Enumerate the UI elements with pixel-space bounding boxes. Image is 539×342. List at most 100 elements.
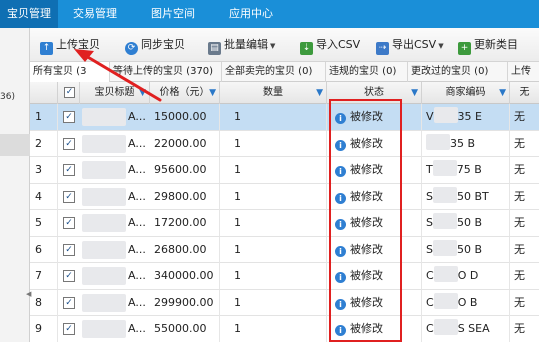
row-index: 5: [30, 210, 58, 236]
upload-icon: ↑: [40, 42, 53, 55]
row-title: A...: [128, 189, 146, 203]
row-checkbox[interactable]: ✓: [63, 323, 75, 335]
code-suffix: 75 B: [456, 163, 482, 176]
row-price: 26800.00: [150, 236, 220, 263]
code-suffix: 50 B: [456, 242, 483, 256]
column-header-merchant-code[interactable]: 商家编码 ▼: [422, 82, 510, 104]
export-csv-button[interactable]: ⇢ 导出CSV ▼: [376, 36, 444, 55]
table-header: ✓ 宝贝标题 ▼ 价格（元） ▼ 数量 ▼ 状态 ▼ 商家编码 ▼ 无: [30, 82, 539, 104]
filter-tab-violations[interactable]: 违规的宝贝 (0): [326, 62, 408, 82]
toolbar: ↑ 上传宝贝 ⟳ 同步宝贝 ▤ 批量编辑 ▼ ⇣ 导入CSV ⇢ 导出CSV ▼ + 更新类目: [30, 28, 539, 62]
sidebar-item-selected[interactable]: [0, 134, 30, 156]
row-checkbox[interactable]: ✓: [63, 137, 75, 150]
table-row[interactable]: 6 ✓ A... 26800.00 1 i 被修改 S 50 B 无: [30, 236, 539, 263]
filter-icon[interactable]: ▼: [139, 82, 146, 104]
blurred-title: [82, 240, 126, 259]
row-merchant-code: CO B: [422, 289, 510, 316]
blurred-code: [432, 213, 457, 229]
tab-trade-management[interactable]: 交易管理: [62, 0, 128, 28]
table-row[interactable]: 9 ✓ A... 55000.00 1 i 被修改 CS SEA 无: [30, 316, 539, 342]
tab-image-space[interactable]: 图片空间: [140, 0, 206, 28]
table-row[interactable]: 5 ✓ A... 17200.00 1 i 被修改 S 50 B 无: [30, 210, 539, 237]
filter-tabs: 所有宝贝 (3 等待上传的宝贝 (370) 全部卖完的宝贝 (0) 违规的宝贝 …: [30, 62, 539, 82]
row-title: A...: [128, 295, 146, 309]
upload-button[interactable]: ↑ 上传宝贝: [40, 36, 100, 55]
update-category-button[interactable]: + 更新类目: [458, 36, 518, 55]
sidebar: 36) ◀: [0, 28, 31, 342]
column-header-checkbox[interactable]: ✓: [58, 82, 80, 104]
table-row[interactable]: 2 ✓ A... 22000.00 1 i 被修改 35 B 无: [30, 130, 539, 157]
chevron-down-icon: ▼: [270, 42, 276, 50]
table-row[interactable]: 1 ✓ A... 15000.00 1 i 被修改 V 35 E 无: [30, 104, 539, 131]
blurred-code: [433, 107, 458, 123]
table-row[interactable]: 4 ✓ A... 29800.00 1 i 被修改 S 50 BT 无: [30, 183, 539, 210]
export-icon: ⇢: [376, 42, 389, 55]
row-price: 29800.00: [150, 183, 220, 210]
row-checkbox[interactable]: ✓: [63, 296, 75, 309]
blurred-code: [432, 186, 457, 203]
row-checkbox[interactable]: ✓: [63, 111, 75, 123]
code-suffix: 50 B: [456, 216, 483, 229]
code-suffix: 35 B: [450, 136, 476, 150]
row-quantity: 1: [220, 316, 327, 342]
edit-icon: ▤: [208, 42, 221, 55]
column-status-label: 状态: [364, 87, 384, 98]
column-header-title[interactable]: 宝贝标题 ▼: [80, 82, 150, 104]
row-quantity: 1: [220, 236, 327, 263]
row-price: 95600.00: [150, 157, 220, 183]
column-header-last[interactable]: 无: [510, 82, 539, 104]
tab-item-management[interactable]: 宝贝管理: [0, 0, 58, 28]
row-last: 无: [514, 242, 525, 256]
row-last: 无: [514, 189, 525, 203]
row-price: 15000.00: [150, 104, 220, 130]
filter-tab-sold-out[interactable]: 全部卖完的宝贝 (0): [222, 62, 326, 82]
row-checkbox[interactable]: ✓: [63, 190, 75, 203]
row-merchant-code: 35 B: [422, 130, 510, 157]
code-prefix: C: [426, 295, 434, 309]
row-last: 无: [514, 163, 525, 176]
row-quantity: 1: [220, 183, 327, 210]
filter-icon[interactable]: ▼: [209, 82, 216, 104]
row-checkbox[interactable]: ✓: [63, 270, 75, 282]
row-index: 3: [30, 157, 58, 183]
row-checkbox[interactable]: ✓: [63, 217, 75, 229]
blurred-code: [432, 160, 457, 176]
batch-edit-button[interactable]: ▤ 批量编辑 ▼: [208, 36, 276, 55]
filter-tab-uploaded[interactable]: 上传: [508, 62, 539, 82]
row-merchant-code: V 35 E: [422, 104, 510, 130]
filter-icon[interactable]: ▼: [411, 82, 418, 104]
table-row[interactable]: 8 ✓ A... 299900.00 1 i 被修改 CO B 无: [30, 289, 539, 316]
row-merchant-code: S 50 BT: [422, 183, 510, 210]
row-quantity: 1: [220, 104, 327, 130]
blurred-title: [82, 187, 126, 206]
column-header-price[interactable]: 价格（元） ▼: [150, 82, 220, 104]
row-merchant-code: S 50 B: [422, 210, 510, 236]
table-row[interactable]: 3 ✓ A... 95600.00 1 i 被修改 T 75 B 无: [30, 157, 539, 184]
row-merchant-code: S 50 B: [422, 236, 510, 263]
blurred-title: [82, 267, 126, 285]
filter-icon[interactable]: ▼: [499, 82, 506, 104]
table-row[interactable]: 7 ✓ A... 340000.00 1 i 被修改 CO D 无: [30, 263, 539, 290]
select-all-checkbox[interactable]: ✓: [64, 87, 75, 98]
chevron-down-icon: ▼: [438, 42, 444, 50]
code-suffix: S SEA: [457, 322, 490, 335]
blurred-title: [82, 214, 126, 232]
sync-button[interactable]: ⟳ 同步宝贝: [125, 36, 185, 55]
blurred-title: [82, 320, 126, 338]
row-quantity: 1: [220, 130, 327, 157]
row-merchant-code: C S SEA: [422, 316, 510, 342]
filter-icon[interactable]: ▼: [316, 82, 323, 104]
blurred-code: [433, 292, 458, 309]
row-checkbox[interactable]: ✓: [63, 243, 75, 256]
filter-tab-modified[interactable]: 更改过的宝贝 (0): [408, 62, 508, 82]
row-title: A...: [128, 163, 146, 176]
tab-app-center[interactable]: 应用中心: [218, 0, 284, 28]
row-checkbox[interactable]: ✓: [63, 164, 75, 176]
filter-tab-pending-upload[interactable]: 等待上传的宝贝 (370): [110, 62, 222, 82]
row-last: 无: [514, 269, 525, 282]
import-csv-button[interactable]: ⇣ 导入CSV: [300, 36, 360, 55]
code-prefix: T: [426, 163, 433, 176]
code-prefix: C: [426, 269, 434, 282]
column-header-quantity[interactable]: 数量 ▼: [220, 82, 327, 104]
filter-tab-all[interactable]: 所有宝贝 (3: [30, 62, 110, 82]
